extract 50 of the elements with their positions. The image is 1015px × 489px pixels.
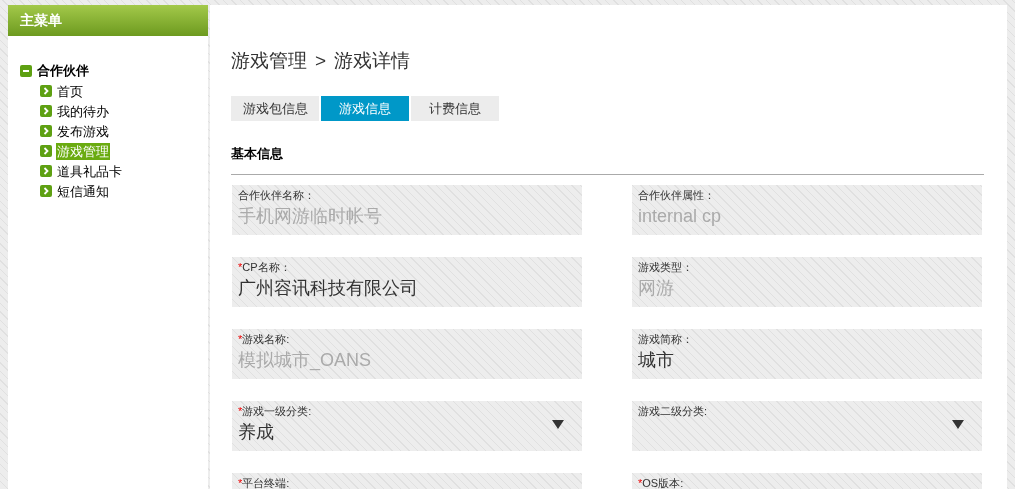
field-label: 游戏一级分类: bbox=[242, 404, 312, 419]
field-value: 养成 bbox=[238, 421, 274, 444]
field-label: 合作伙伴属性： bbox=[638, 188, 715, 203]
input-field[interactable]: *CP名称： 广州容讯科技有限公司 bbox=[232, 257, 582, 307]
field-value: 城市 bbox=[638, 349, 674, 372]
field-label: 合作伙伴名称： bbox=[238, 188, 315, 203]
required-mark: * bbox=[238, 260, 243, 275]
sidebar-item[interactable]: 发布游戏 bbox=[56, 122, 110, 140]
collapse-icon bbox=[20, 65, 32, 77]
chevron-icon bbox=[40, 105, 52, 117]
field-value: 手机网游临时帐号 bbox=[238, 205, 382, 228]
section-title: 基本信息 bbox=[231, 145, 284, 163]
sidebar-item[interactable]: 短信通知 bbox=[56, 182, 110, 200]
input-field[interactable]: *平台终端: bbox=[232, 473, 582, 489]
field-value: 广州容讯科技有限公司 bbox=[238, 277, 418, 300]
dropdown-icon bbox=[552, 420, 564, 429]
tree-node[interactable]: 合作伙伴 bbox=[20, 61, 208, 81]
field-label: 游戏简称： bbox=[638, 332, 693, 347]
field-label: CP名称： bbox=[242, 260, 291, 275]
breadcrumb-item: 游戏详情 bbox=[334, 49, 411, 73]
tab[interactable]: 游戏包信息 bbox=[231, 96, 319, 121]
field-label: OS版本: bbox=[642, 476, 684, 489]
required-mark: * bbox=[238, 476, 243, 489]
sidebar-item[interactable]: 首页 bbox=[56, 82, 84, 100]
sidebar-item[interactable]: 我的待办 bbox=[56, 102, 110, 120]
chevron-icon bbox=[40, 145, 52, 157]
field-label: 游戏名称: bbox=[242, 332, 290, 347]
required-mark: * bbox=[638, 476, 643, 489]
select-field[interactable]: 游戏二级分类: bbox=[632, 401, 982, 451]
chevron-icon bbox=[40, 185, 52, 197]
select-field[interactable]: *游戏一级分类: 养成 bbox=[232, 401, 582, 451]
field-label: 游戏类型： bbox=[638, 260, 693, 275]
chevron-icon bbox=[40, 125, 52, 137]
field-value: 模拟城市_OANS bbox=[238, 349, 372, 373]
required-mark: * bbox=[238, 404, 243, 419]
breadcrumb-item: 游戏管理 bbox=[231, 49, 307, 73]
sidebar-header: 主菜单 bbox=[8, 5, 208, 36]
breadcrumb-separator: > bbox=[315, 49, 327, 73]
field-value: 网游 bbox=[638, 277, 674, 300]
field-label: 游戏二级分类: bbox=[638, 404, 708, 419]
dropdown-icon bbox=[952, 420, 964, 429]
sidebar-item[interactable]: 道具礼品卡 bbox=[56, 162, 123, 180]
chevron-icon bbox=[40, 85, 52, 97]
field-label: 平台终端: bbox=[242, 476, 290, 489]
tab[interactable]: 计费信息 bbox=[411, 96, 499, 121]
input-field[interactable]: 游戏简称： 城市 bbox=[632, 329, 982, 379]
input-field[interactable]: *OS版本: bbox=[632, 473, 982, 489]
required-mark: * bbox=[238, 332, 243, 347]
field-value: internal cp bbox=[638, 205, 722, 228]
chevron-icon bbox=[40, 165, 52, 177]
